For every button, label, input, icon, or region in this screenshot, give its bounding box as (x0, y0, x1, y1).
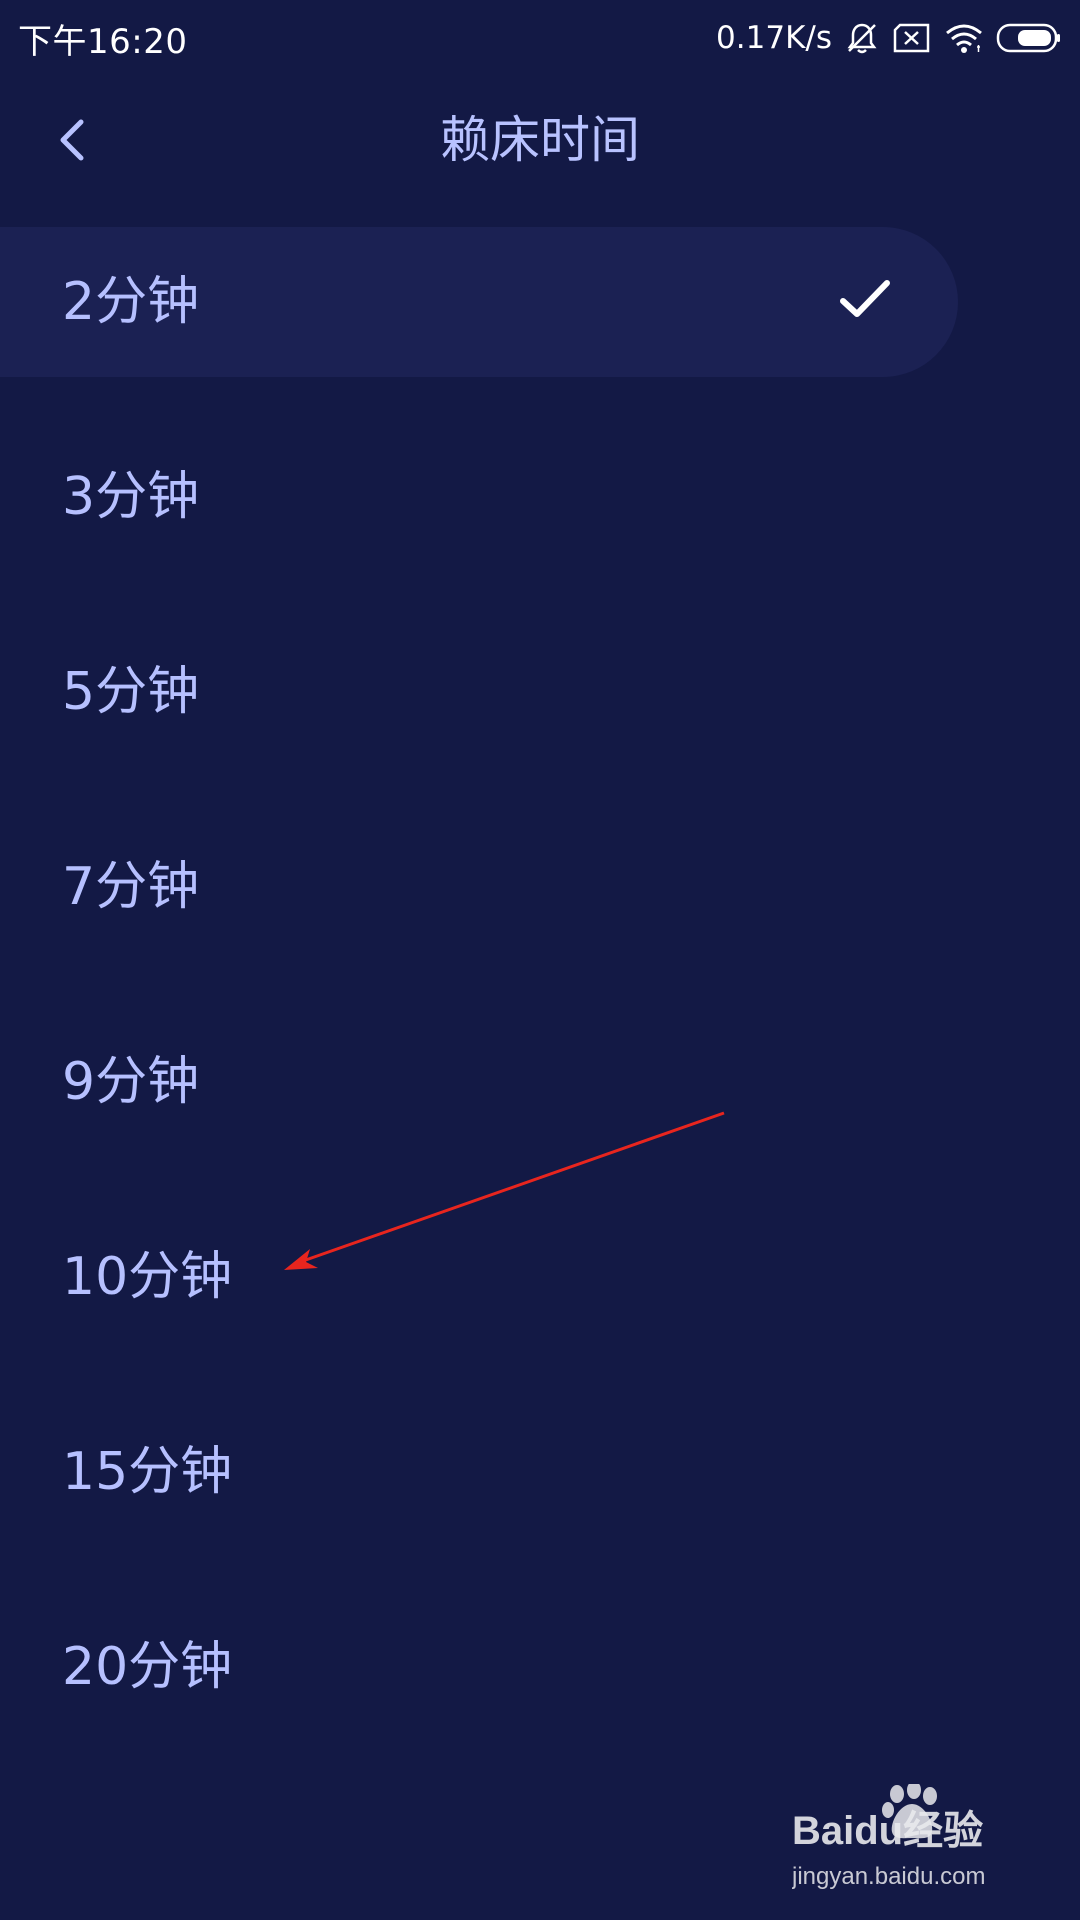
option-label: 2分钟 (62, 272, 200, 332)
option-item-3min[interactable]: 3分钟 (0, 422, 1080, 572)
option-item-20min[interactable]: 20分钟 (0, 1592, 1080, 1742)
option-label: 9分钟 (62, 1052, 200, 1112)
option-item-10min[interactable]: 10分钟 (0, 1202, 1080, 1352)
option-label: 5分钟 (62, 662, 200, 722)
option-item-2min[interactable]: 2分钟 (0, 227, 958, 377)
option-label: 7分钟 (62, 857, 200, 917)
status-bar: 下午16:20 0.17K/s (0, 0, 1080, 75)
option-item-9min[interactable]: 9分钟 (0, 1007, 1080, 1157)
option-item-7min[interactable]: 7分钟 (0, 812, 1080, 962)
status-time: 下午16:20 (18, 22, 188, 62)
wifi-icon (946, 24, 982, 53)
header: 赖床时间 (0, 90, 1080, 190)
status-icons: 0.17K/s (716, 14, 1062, 62)
option-label: 15分钟 (62, 1442, 233, 1502)
baidu-jingyan-watermark: Baidu经验 jingyan.baidu.com (792, 1784, 985, 1890)
bell-off-icon (847, 23, 877, 54)
option-item-5min[interactable]: 5分钟 (0, 617, 1080, 767)
option-label: 10分钟 (62, 1247, 233, 1307)
option-label: 3分钟 (62, 467, 200, 527)
option-item-15min[interactable]: 15分钟 (0, 1397, 1080, 1547)
option-label: 20分钟 (62, 1637, 233, 1697)
checkmark-icon (840, 280, 890, 317)
network-speed: 0.17K/s (716, 20, 832, 56)
option-list: 2分钟 3分钟 5分钟 7分钟 9分钟 10分钟 15分钟 20分钟 (0, 227, 1080, 1787)
page-title: 赖床时间 (440, 111, 640, 169)
screen: 下午16:20 0.17K/s 赖床时间 2分钟 3分钟 5分钟 7分钟 9分钟… (0, 0, 1080, 1920)
battery-icon (996, 23, 1060, 53)
sim-x-icon (893, 23, 930, 53)
watermark-url: jingyan.baidu.com (792, 1863, 985, 1890)
watermark-brand: Baidu经验 (792, 1809, 983, 1853)
